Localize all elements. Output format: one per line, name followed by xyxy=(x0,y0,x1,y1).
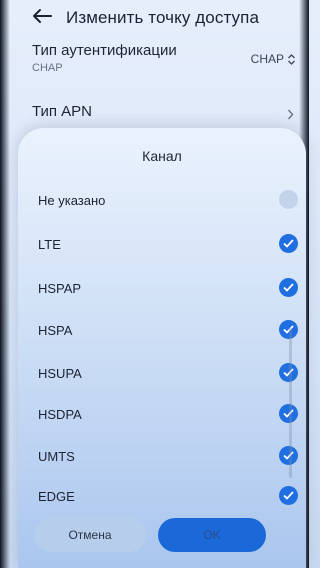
auth-type-label: Тип аутентификации xyxy=(32,42,177,59)
check-circle-icon[interactable] xyxy=(279,234,298,253)
top-bar: Изменить точку доступа xyxy=(0,0,309,36)
list-item-edge[interactable]: EDGE xyxy=(38,481,298,511)
bearer-dialog: Канал Не указано LTE HSPAP HSPA HSUPA HS… xyxy=(18,128,306,568)
list-item-label: HSUPA xyxy=(38,365,82,381)
auth-type-setting[interactable]: Тип аутентификации CHAP CHAP xyxy=(32,42,302,82)
apn-type-setting[interactable]: Тип APN xyxy=(32,103,302,127)
list-item-hspap[interactable]: HSPAP xyxy=(38,273,298,303)
cancel-button[interactable]: Отмена xyxy=(34,518,146,552)
chevron-updown-icon xyxy=(288,53,295,65)
auth-type-summary: CHAP xyxy=(32,62,63,74)
list-item-label: UMTS xyxy=(38,448,75,464)
list-item-lte[interactable]: LTE xyxy=(38,229,298,259)
list-item-label: EDGE xyxy=(38,488,75,504)
page-title: Изменить точку доступа xyxy=(66,8,260,27)
left-edge-shadow xyxy=(0,0,10,568)
list-item-label: HSPA xyxy=(38,322,73,338)
checkbox-unchecked[interactable] xyxy=(279,190,298,209)
list-item-hsdpa[interactable]: HSDPA xyxy=(38,399,298,429)
chevron-right-icon xyxy=(287,109,294,120)
check-circle-icon[interactable] xyxy=(279,278,298,297)
list-item-label: LTE xyxy=(38,236,61,252)
auth-type-value: CHAP xyxy=(250,52,284,66)
list-item-umts[interactable]: UMTS xyxy=(38,441,298,471)
apn-type-label: Тип APN xyxy=(32,103,93,120)
list-item-hsupa[interactable]: HSUPA xyxy=(38,358,298,388)
check-circle-icon[interactable] xyxy=(279,486,298,505)
scrollbar[interactable] xyxy=(289,328,292,478)
dialog-title: Канал xyxy=(142,148,182,164)
ok-button[interactable]: OK xyxy=(158,518,266,552)
back-button[interactable] xyxy=(30,6,54,26)
list-item-unspecified[interactable]: Не указано xyxy=(38,185,298,215)
list-item-hspa[interactable]: HSPA xyxy=(38,315,298,345)
arrow-left-icon xyxy=(33,9,52,23)
list-item-label: HSDPA xyxy=(38,406,82,422)
list-item-label: HSPAP xyxy=(38,280,82,296)
auth-type-selector[interactable]: CHAP xyxy=(251,52,296,66)
list-item-label: Не указано xyxy=(38,192,106,208)
